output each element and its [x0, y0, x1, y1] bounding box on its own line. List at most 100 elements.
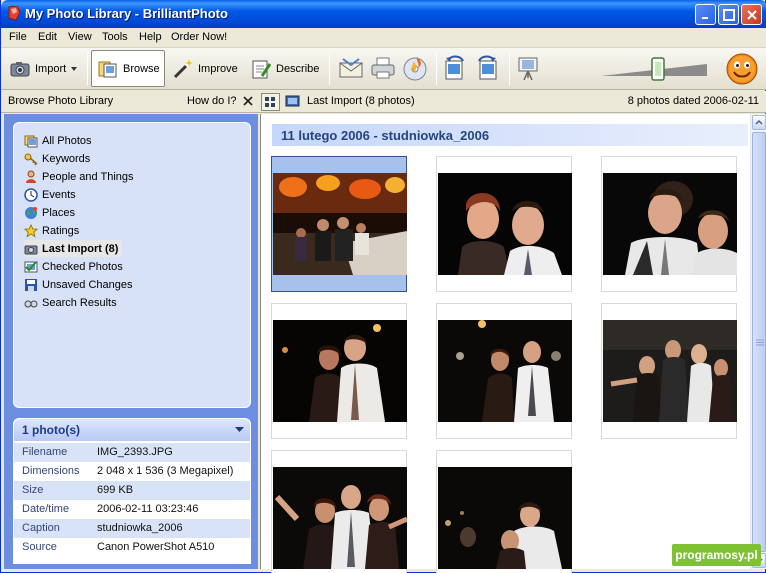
scroll-thumb[interactable] — [752, 132, 766, 552]
browse-library-label: Browse Photo Library — [8, 95, 114, 107]
describe-label: Describe — [276, 62, 320, 75]
browse-button[interactable]: Browse — [91, 50, 165, 87]
menu-view[interactable]: View — [68, 31, 92, 43]
sidebar-item-places[interactable]: Places — [24, 204, 79, 221]
import-button[interactable]: Import — [4, 50, 83, 87]
sidebar-item-last-import[interactable]: Last Import (8) — [24, 240, 123, 257]
sidebar-item-label: Search Results — [42, 296, 117, 309]
photo-image — [273, 467, 407, 569]
import-icon — [24, 245, 38, 254]
photo-thumbnail[interactable] — [436, 303, 572, 439]
photo-thumbnail[interactable] — [436, 450, 572, 573]
email-icon[interactable] — [337, 54, 365, 82]
single-photo-view-icon — [285, 95, 300, 107]
photo-image — [438, 173, 572, 275]
star-icon — [24, 223, 38, 238]
thumbnail-view-button[interactable] — [261, 93, 280, 111]
describe-icon — [252, 60, 272, 78]
sidebar-item-label: All Photos — [42, 134, 92, 147]
slideshow-icon[interactable] — [514, 54, 542, 82]
minimize-icon — [702, 17, 708, 19]
scroll-up-button[interactable] — [752, 115, 766, 130]
events-icon — [24, 187, 38, 202]
menu-order-now[interactable]: Order Now! — [171, 31, 227, 43]
sidebar-item-checked-photos[interactable]: Checked Photos — [24, 258, 127, 275]
browse-label: Browse — [123, 62, 160, 75]
photo-image — [273, 173, 407, 275]
sidebar-item-events[interactable]: Events — [24, 186, 80, 203]
selection-count: 1 photo(s) — [22, 423, 80, 437]
maximize-icon — [723, 9, 735, 21]
chevron-up-icon — [755, 119, 763, 125]
grip-icon — [756, 339, 764, 346]
sidebar-item-keywords[interactable]: Keywords — [24, 150, 94, 167]
menu-file[interactable]: File — [9, 31, 27, 43]
photo-thumbnail[interactable] — [436, 156, 572, 292]
improve-button[interactable]: Improve — [167, 50, 243, 87]
photo-thumbnail[interactable] — [271, 303, 407, 439]
sidebar-item-label: People and Things — [42, 170, 134, 183]
info-row-filename: Filename IMG_2393.JPG — [14, 443, 250, 462]
info-row-datetime: Date/time 2006-02-11 03:23:46 — [22, 503, 199, 515]
app-window: My Photo Library - BrilliantPhoto File E… — [0, 0, 766, 573]
rotate-left-icon[interactable] — [441, 54, 469, 82]
sidebar-item-unsaved-changes[interactable]: Unsaved Changes — [24, 276, 137, 293]
close-icon — [747, 10, 757, 20]
describe-button[interactable]: Describe — [245, 50, 324, 87]
photo-image — [273, 320, 407, 422]
current-view-label: Last Import (8 photos) — [307, 95, 415, 107]
sidebar-item-label: Ratings — [42, 224, 80, 237]
title-bar[interactable]: My Photo Library - BrilliantPhoto — [1, 0, 766, 28]
menu-edit[interactable]: Edit — [38, 31, 57, 43]
vertical-scrollbar[interactable] — [750, 114, 766, 569]
menu-tools[interactable]: Tools — [102, 31, 128, 43]
print-icon[interactable] — [369, 54, 397, 82]
improve-label: Improve — [198, 62, 238, 75]
maximize-button[interactable] — [718, 4, 739, 25]
photo-info-panel: 1 photo(s) Filename IMG_2393.JPG Dimensio… — [13, 418, 251, 564]
photo-image — [438, 467, 572, 569]
date-group-header[interactable]: 11 lutego 2006 - studniowka_2006 — [272, 124, 748, 146]
info-row-dimensions: Dimensions 2 048 x 1 536 (3 Megapixel) — [22, 465, 234, 477]
single-view-button[interactable] — [284, 93, 301, 111]
photo-thumbnail[interactable] — [601, 156, 737, 292]
people-icon — [26, 170, 36, 183]
browse-icon — [98, 61, 117, 77]
info-panel-header[interactable]: 1 photo(s) — [14, 419, 250, 441]
sidebar-item-ratings[interactable]: Ratings — [24, 222, 83, 239]
magic-wand-icon — [173, 58, 193, 78]
photo-image — [603, 320, 737, 422]
sidebar-item-people[interactable]: People and Things — [24, 168, 138, 185]
sidebar-item-all-photos[interactable]: All Photos — [24, 132, 96, 149]
import-label: Import — [35, 62, 67, 75]
menu-help[interactable]: Help — [139, 31, 162, 43]
photo-thumbnail[interactable] — [271, 156, 407, 292]
nav-bar: Browse Photo Library How do I? Last Impo… — [1, 91, 766, 113]
zoom-slider[interactable] — [599, 56, 711, 82]
toolbar: Import Browse Improve Describe — [1, 48, 766, 90]
how-do-i-link[interactable]: How do I? — [187, 95, 237, 107]
info-row-size: Size 699 KB — [14, 481, 250, 500]
keywords-icon — [24, 153, 38, 165]
sidebar-item-search-results[interactable]: Search Results — [24, 294, 121, 311]
camera-icon — [10, 61, 30, 76]
burn-cd-icon[interactable] — [401, 54, 429, 82]
chevron-down-icon — [71, 66, 78, 71]
info-row-source: Source Canon PowerShot A510 — [22, 541, 215, 553]
minimize-button[interactable] — [695, 4, 716, 25]
watermark-badge: programosy.pl — [672, 544, 761, 566]
sidebar-item-label: Keywords — [42, 152, 91, 165]
menu-bar: File Edit View Tools Help Order Now! — [1, 28, 766, 48]
photo-thumbnail[interactable] — [601, 303, 737, 439]
photo-gallery: 11 lutego 2006 - studniowka_2006 — [260, 114, 766, 573]
collapse-chevron-icon[interactable] — [235, 427, 244, 433]
save-icon — [25, 278, 37, 291]
photo-thumbnail[interactable] — [271, 450, 407, 573]
close-button[interactable] — [741, 4, 762, 25]
checked-icon — [24, 260, 38, 272]
sidebar-item-label: Last Import (8) — [42, 242, 119, 255]
smiley-icon[interactable] — [725, 52, 759, 86]
rotate-right-icon[interactable] — [473, 54, 501, 82]
close-pane-icon[interactable] — [243, 96, 253, 106]
grid-view-icon — [265, 97, 275, 107]
